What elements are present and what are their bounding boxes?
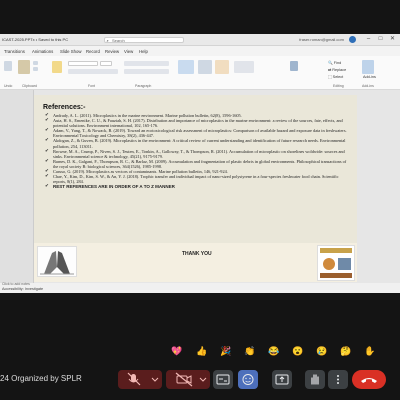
slide-footer-band: [34, 243, 357, 282]
group-addins: Add-ins: [362, 84, 374, 88]
undo-icon[interactable]: [4, 61, 12, 71]
reference-item: ✔ Browne, M. A., Crump, P., Niven, S. J.,…: [45, 149, 350, 159]
tab-transitions[interactable]: Transitions: [4, 49, 25, 54]
conference-poster-image: [317, 245, 355, 281]
check-icon: ✔: [45, 174, 49, 180]
meeting-controls: 24 Organized by SPLR: [0, 368, 400, 392]
tab-review[interactable]: Review: [105, 49, 119, 54]
check-icon: ✔: [45, 118, 49, 124]
ribbon: 🔍 Find ⇄ Replace ⬚ Select Add-ins Undo C…: [0, 56, 400, 90]
reference-item: ✔ Auta, H. S., Emenike, C. U., & Fauziah,…: [45, 118, 350, 128]
avatar[interactable]: [349, 36, 356, 43]
quick-styles-icon[interactable]: [215, 60, 229, 74]
alignment-buttons[interactable]: [124, 69, 169, 74]
addins-icon[interactable]: [362, 60, 374, 74]
reference-text: Chae, Y., Kim, D., Kim, S. W., & An, Y. …: [53, 174, 339, 185]
find-button[interactable]: 🔍 Find: [328, 60, 341, 65]
font-name-select[interactable]: [68, 61, 98, 66]
group-font: Font: [88, 84, 96, 88]
dictate-icon[interactable]: [290, 61, 298, 71]
reference-item: ✔ Akdogan, Z., & Guven, B. (2019). Microp…: [45, 138, 350, 148]
organizer-text: 24 Organized by SPLR: [0, 374, 82, 383]
check-icon: ✔: [45, 128, 49, 134]
select-button[interactable]: ⬚ Select: [328, 74, 343, 79]
reference-text: Akdogan, Z., & Guven, B. (2019). Micropl…: [53, 138, 346, 149]
reference-item: ✔ Barnes, D. K., Galgani, F., Thompson, R…: [45, 159, 350, 169]
references-list: ✔ Andrady, A. L. (2011). Microplastics in…: [45, 113, 350, 189]
search-input[interactable]: ⌕ Search: [104, 37, 184, 43]
reference-text: Auta, H. S., Emenike, C. U., & Fauziah, …: [53, 118, 343, 129]
praying-hands-image: [37, 246, 77, 277]
reactions-bar: 💖 👍 🎉 👏 😂 😮 😢 🤔 ✋: [170, 344, 392, 358]
font-format-buttons[interactable]: [68, 69, 118, 74]
replace-button[interactable]: ⇄ Replace: [328, 67, 346, 72]
addins-label: Add-ins: [363, 75, 376, 79]
microphone-button[interactable]: [118, 370, 162, 389]
search-placeholder: Search: [112, 38, 125, 43]
minimize-icon[interactable]: –: [365, 36, 372, 43]
more-options-button[interactable]: [328, 370, 348, 389]
clap-icon[interactable]: 👏: [243, 344, 257, 358]
group-editing: Editing: [333, 84, 344, 88]
slide-canvas[interactable]: References:- ✔ Andrady, A. L. (2011). Mic…: [34, 95, 357, 282]
reference-item: ✔ Adam, V., Yang, T., & Nowack, B. (2019)…: [45, 128, 350, 138]
title-bar: ICAST-2025.PPTx • Saved to this PC ⌕ Sea…: [0, 34, 400, 46]
thank-you-text: THANK YOU: [182, 251, 212, 257]
list-buttons[interactable]: [124, 61, 169, 66]
reference-note: ✔ REST REFERENCES ARE IN ORDER OF A TO Z …: [45, 184, 350, 189]
thumbs-up-icon[interactable]: 👍: [195, 344, 209, 358]
search-icon: ⌕: [106, 38, 109, 43]
reference-text: Adam, V., Yang, T., & Nowack, B. (2019).…: [53, 128, 347, 139]
check-icon: ✔: [45, 184, 49, 190]
select-label: Select: [332, 75, 344, 79]
present-button[interactable]: [272, 370, 292, 389]
reference-text: Browne, M. A., Crump, P., Niven, S. J., …: [53, 148, 345, 159]
leave-call-button[interactable]: [352, 370, 386, 389]
sad-icon[interactable]: 😢: [315, 344, 329, 358]
status-bar: Accessibility: Investigate: [0, 285, 400, 293]
tab-record[interactable]: Record: [86, 49, 100, 54]
accessibility-status[interactable]: Accessibility: Investigate: [2, 287, 43, 291]
raised-hand-icon[interactable]: ✋: [363, 344, 377, 358]
shapes-gallery[interactable]: [178, 60, 194, 74]
raise-hand-button[interactable]: [305, 370, 325, 389]
thinking-icon[interactable]: 🤔: [339, 344, 353, 358]
check-icon: ✔: [45, 158, 49, 164]
paste-icon[interactable]: [18, 60, 30, 74]
check-icon: ✔: [45, 138, 49, 144]
arrange-icon[interactable]: [198, 60, 212, 74]
copy-icon[interactable]: [33, 67, 38, 71]
reference-note-text: REST REFERENCES ARE IN ORDER OF A TO Z M…: [53, 184, 175, 190]
emoji-reactions-button[interactable]: [238, 370, 258, 389]
tab-help[interactable]: Help: [139, 49, 148, 54]
cut-icon[interactable]: [33, 61, 38, 65]
laugh-icon[interactable]: 😂: [267, 344, 281, 358]
window-title: ICAST-2025.PPTx • Saved to this PC: [2, 37, 69, 42]
slide-heading: References:-: [43, 104, 86, 111]
ribbon-tabs: Transitions Animations Slide Show Record…: [0, 46, 400, 56]
font-size-select[interactable]: [100, 61, 112, 66]
new-slide-icon[interactable]: [52, 61, 62, 73]
group-undo: Undo: [4, 84, 13, 88]
camera-button[interactable]: [166, 370, 210, 389]
group-paragraph: Paragraph: [135, 84, 152, 88]
slide-thumbnail-strip[interactable]: [0, 90, 34, 285]
reference-text: Barnes, D. K., Galgani, F., Thompson, R.…: [53, 158, 347, 169]
find-label: Find: [333, 61, 342, 65]
close-icon[interactable]: ✕: [389, 36, 396, 43]
maximize-icon[interactable]: □: [377, 36, 384, 43]
captions-button[interactable]: [213, 370, 233, 389]
group-clipboard: Clipboard: [22, 84, 37, 88]
surprised-icon[interactable]: 😮: [291, 344, 305, 358]
sparkling-heart-icon[interactable]: 💖: [170, 344, 184, 358]
tab-animations[interactable]: Animations: [32, 49, 53, 54]
replace-label: Replace: [332, 68, 347, 72]
check-icon: ✔: [45, 148, 49, 154]
account-email[interactable]: fraser.roman@gmail.com: [299, 37, 344, 42]
tab-view[interactable]: View: [124, 49, 133, 54]
party-icon[interactable]: 🎉: [219, 344, 233, 358]
reference-item: ✔ Chae, Y., Kim, D., Kim, S. W., & An, Y.…: [45, 174, 350, 184]
tab-slide-show[interactable]: Slide Show: [60, 49, 82, 54]
shape-format-buttons[interactable]: [234, 61, 254, 73]
